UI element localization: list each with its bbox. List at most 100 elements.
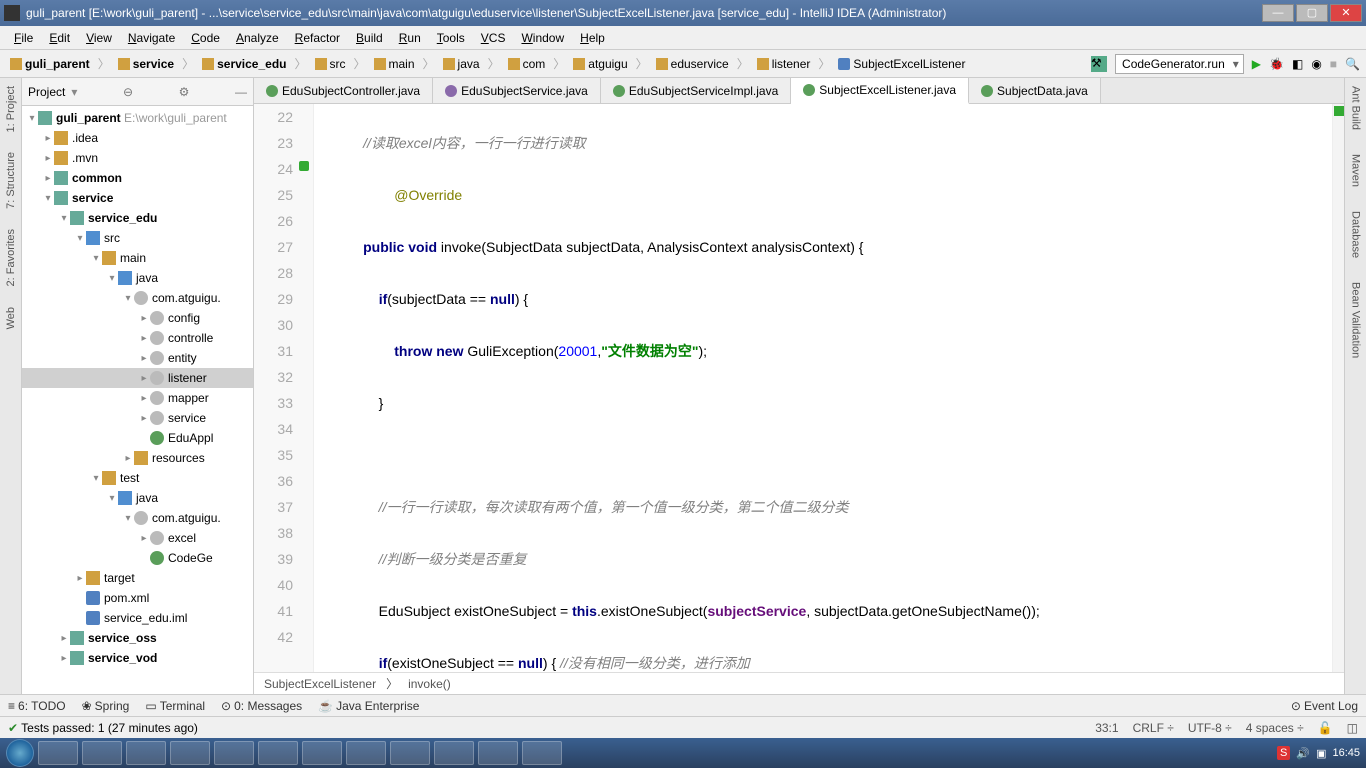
line-number[interactable]: 40 — [254, 572, 293, 598]
start-button[interactable] — [6, 739, 34, 767]
line-number[interactable]: 23 — [254, 130, 293, 156]
coverage-icon[interactable]: ◧ — [1292, 57, 1303, 71]
breadcrumb-item[interactable]: SubjectExcelListener — [834, 55, 969, 73]
menu-help[interactable]: Help — [572, 29, 613, 47]
tool-window-maven[interactable]: Maven — [1350, 150, 1362, 191]
tree-node[interactable]: ▾src — [22, 228, 253, 248]
tree-node[interactable]: ▸mapper — [22, 388, 253, 408]
task-button[interactable] — [214, 741, 254, 765]
code-breadcrumb[interactable]: SubjectExcelListener〉invoke() — [254, 672, 1344, 694]
editor-tab[interactable]: EduSubjectService.java — [433, 78, 601, 103]
file-encoding[interactable]: UTF-8 ÷ — [1188, 721, 1232, 735]
run-config-combo[interactable]: CodeGenerator.run — [1115, 54, 1244, 74]
tree-node[interactable]: CodeGe — [22, 548, 253, 568]
menu-refactor[interactable]: Refactor — [287, 29, 348, 47]
line-number[interactable]: 27 — [254, 234, 293, 260]
line-number[interactable]: 24 — [254, 156, 293, 182]
tree-node[interactable]: ▾com.atguigu. — [22, 288, 253, 308]
task-button[interactable] — [170, 741, 210, 765]
line-number[interactable]: 41 — [254, 598, 293, 624]
tree-node[interactable]: ▸.mvn — [22, 148, 253, 168]
tree-node[interactable]: ▾service_edu — [22, 208, 253, 228]
tree-node[interactable]: ▸listener — [22, 368, 253, 388]
breadcrumb-item[interactable]: listener — [753, 55, 815, 73]
clock[interactable]: 16:45 — [1332, 747, 1360, 759]
tool-window-beanvalidation[interactable]: Bean Validation — [1350, 278, 1362, 362]
breadcrumb-item[interactable]: main — [370, 55, 419, 73]
tree-node[interactable]: ▾test — [22, 468, 253, 488]
code-editor[interactable]: 2223242526272829303132333435363738394041… — [254, 104, 1344, 672]
line-number[interactable]: 25 — [254, 182, 293, 208]
menu-code[interactable]: Code — [183, 29, 228, 47]
tree-node[interactable]: ▾java — [22, 268, 253, 288]
task-button[interactable] — [82, 741, 122, 765]
hide-icon[interactable]: — — [235, 85, 247, 99]
task-button[interactable] — [390, 741, 430, 765]
line-number[interactable]: 31 — [254, 338, 293, 364]
tool-window-database[interactable]: Database — [1350, 207, 1362, 262]
line-number[interactable]: 42 — [254, 624, 293, 650]
breadcrumb-item[interactable]: java — [439, 55, 484, 73]
tool-window-project[interactable]: 1: Project — [5, 82, 17, 136]
menu-view[interactable]: View — [78, 29, 120, 47]
tool-window-favorites[interactable]: 2: Favorites — [5, 225, 17, 290]
caret-position[interactable]: 33:1 — [1095, 721, 1118, 735]
tray-icon[interactable]: 🔊 — [1296, 747, 1310, 760]
line-number[interactable]: 30 — [254, 312, 293, 338]
memory-icon[interactable]: ◫ — [1347, 721, 1358, 735]
profile-icon[interactable]: ◉ — [1311, 57, 1321, 71]
maximize-button[interactable]: ▢ — [1296, 4, 1328, 22]
indent-setting[interactable]: 4 spaces ÷ — [1246, 721, 1304, 735]
search-icon[interactable]: 🔍 — [1345, 57, 1360, 71]
breadcrumb-item[interactable]: atguigu — [569, 55, 631, 73]
menu-tools[interactable]: Tools — [429, 29, 473, 47]
menu-build[interactable]: Build — [348, 29, 391, 47]
editor-tab[interactable]: SubjectData.java — [969, 78, 1101, 103]
tree-node[interactable]: ▾service — [22, 188, 253, 208]
task-button[interactable] — [38, 741, 78, 765]
tree-node[interactable]: ▸excel — [22, 528, 253, 548]
java-ee-tool[interactable]: ☕ Java Enterprise — [318, 699, 419, 713]
build-icon[interactable]: ⚒ — [1091, 56, 1107, 72]
line-number[interactable]: 22 — [254, 104, 293, 130]
tree-node[interactable]: ▾main — [22, 248, 253, 268]
task-button[interactable] — [302, 741, 342, 765]
project-view-dropdown-icon[interactable]: ▾ — [71, 85, 77, 99]
tree-node[interactable]: ▸controlle — [22, 328, 253, 348]
menu-window[interactable]: Window — [513, 29, 572, 47]
minimize-button[interactable]: — — [1262, 4, 1294, 22]
tray-icon[interactable]: ▣ — [1316, 747, 1326, 760]
tree-node[interactable]: ▾java — [22, 488, 253, 508]
tree-node[interactable]: EduAppl — [22, 428, 253, 448]
breadcrumb-item[interactable]: service — [114, 55, 178, 73]
tree-node[interactable]: ▸service_vod — [22, 648, 253, 668]
line-number[interactable]: 35 — [254, 442, 293, 468]
tree-node[interactable]: ▸resources — [22, 448, 253, 468]
line-number[interactable]: 28 — [254, 260, 293, 286]
tree-node[interactable]: ▸entity — [22, 348, 253, 368]
tree-node[interactable]: ▾com.atguigu. — [22, 508, 253, 528]
menu-run[interactable]: Run — [391, 29, 429, 47]
task-button[interactable] — [258, 741, 298, 765]
system-tray[interactable]: S 🔊 ▣ 16:45 — [1277, 746, 1360, 760]
spring-tool[interactable]: ❀ Spring — [82, 699, 130, 713]
project-tree[interactable]: ▾guli_parent E:\work\guli_parent ▸.idea▸… — [22, 106, 253, 694]
menu-analyze[interactable]: Analyze — [228, 29, 287, 47]
breadcrumb-item[interactable]: src — [311, 55, 350, 73]
code-content[interactable]: //读取excel内容，一行一行进行读取 @Override public vo… — [314, 104, 1332, 672]
close-button[interactable]: ✕ — [1330, 4, 1362, 22]
tree-node[interactable]: ▸config — [22, 308, 253, 328]
editor-tab[interactable]: EduSubjectServiceImpl.java — [601, 78, 791, 103]
tree-node[interactable]: ▸target — [22, 568, 253, 588]
tree-root[interactable]: ▾guli_parent E:\work\guli_parent — [22, 108, 253, 128]
tree-node[interactable]: ▸common — [22, 168, 253, 188]
breadcrumb-item[interactable]: eduservice — [652, 55, 733, 73]
line-number[interactable]: 37 — [254, 494, 293, 520]
line-separator[interactable]: CRLF ÷ — [1133, 721, 1174, 735]
tree-node[interactable]: ▸.idea — [22, 128, 253, 148]
line-number[interactable]: 36 — [254, 468, 293, 494]
override-gutter-icon[interactable] — [299, 161, 309, 171]
event-log-tool[interactable]: ⊙ Event Log — [1291, 699, 1358, 713]
task-button[interactable] — [434, 741, 474, 765]
settings-icon[interactable]: ⚙ — [179, 85, 190, 99]
